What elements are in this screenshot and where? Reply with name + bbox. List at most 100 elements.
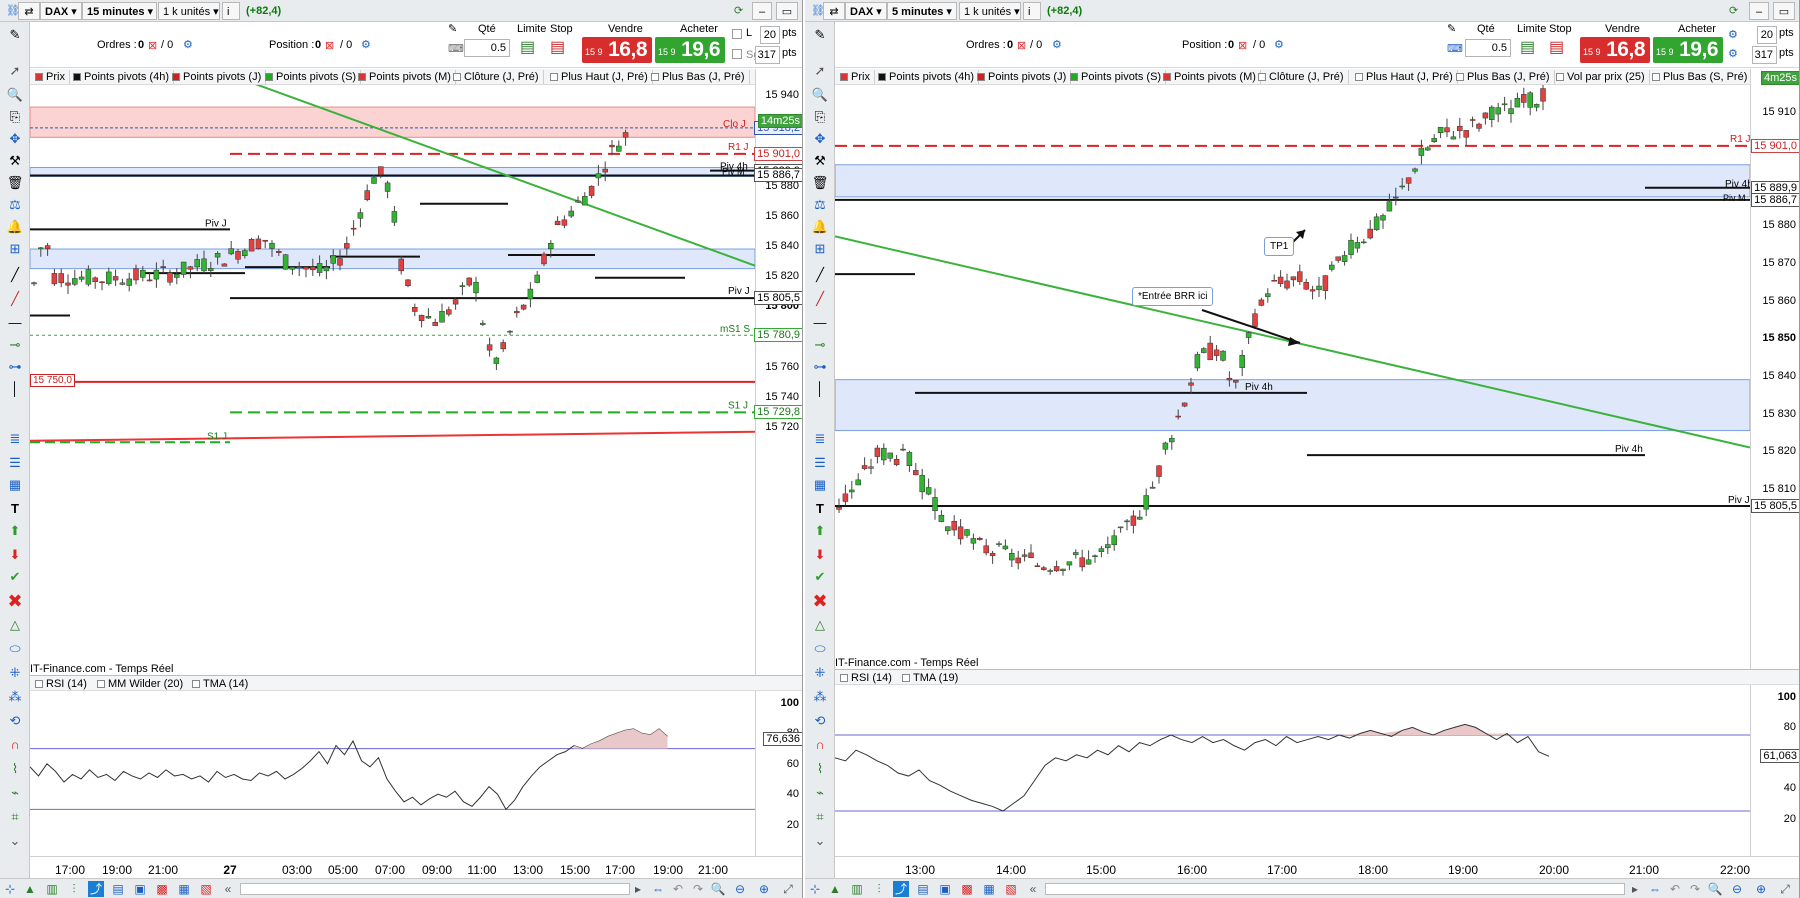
cursor-icon[interactable]: ➚ xyxy=(811,62,829,80)
move-icon[interactable]: ✥ xyxy=(811,130,829,148)
histogram-icon[interactable]: ⌗ xyxy=(6,808,24,826)
fit-icon[interactable]: ⇔ xyxy=(1647,881,1663,897)
vertical-line-icon[interactable]: │ xyxy=(811,380,829,398)
units-select[interactable]: 1 k unités ▾ xyxy=(158,2,220,20)
arrow-up-icon[interactable]: ⬆ xyxy=(811,522,829,540)
scroll-left-icon[interactable]: « xyxy=(1025,881,1041,897)
gann-icon[interactable]: ▦ xyxy=(6,476,24,494)
refresh-icon[interactable]: ⟳ xyxy=(1725,2,1742,20)
expand-icon[interactable]: ⤢ xyxy=(780,881,796,897)
legend-item[interactable]: Points pivots (M) xyxy=(355,70,456,84)
cursor-icon[interactable]: ➚ xyxy=(6,62,24,80)
legend-checkbox[interactable] xyxy=(35,680,43,688)
keyboard-icon[interactable]: ⌨ xyxy=(448,42,464,55)
arrow-down-icon[interactable]: ⬇ xyxy=(811,546,829,564)
pts-input-2[interactable]: 317 xyxy=(1752,46,1777,64)
arrow-up-icon[interactable]: ⬆ xyxy=(6,522,24,540)
close-icon[interactable]: ▭ xyxy=(1773,2,1795,20)
time-scrollbar[interactable] xyxy=(1045,883,1625,895)
horizontal-ray-icon[interactable]: ⊸ xyxy=(811,336,829,354)
pattern-icon[interactable]: ⁜ xyxy=(811,664,829,682)
rsi-legend-item[interactable]: RSI (14) xyxy=(32,677,91,691)
indicators-icon[interactable]: ▩ xyxy=(154,881,170,897)
red-line-icon[interactable]: ╱ xyxy=(811,290,829,308)
alert-bell-icon[interactable]: 🔔 xyxy=(6,218,24,236)
alert-bell-icon[interactable]: 🔔 xyxy=(811,218,829,236)
zoom-out-icon[interactable]: ⊖ xyxy=(1729,881,1745,897)
rsi-legend-item[interactable]: TMA (19) xyxy=(899,671,962,685)
magnet-red-icon[interactable]: ∩ xyxy=(6,736,24,754)
refresh-icon[interactable]: ⟳ xyxy=(730,2,747,20)
compare-icon[interactable]: ⫶ xyxy=(66,881,82,897)
undo-icon[interactable]: ↶ xyxy=(670,881,686,897)
triangle-icon[interactable]: △ xyxy=(811,616,829,634)
share-chart-icon[interactable]: ⤴ xyxy=(88,881,104,897)
redo-icon[interactable]: ↷ xyxy=(690,881,706,897)
close-position-icon[interactable]: ⊠ xyxy=(1238,39,1247,52)
legend-item[interactable]: Plus Bas (S, Pré) xyxy=(1649,70,1753,84)
indicator-icon[interactable]: ⌇ xyxy=(811,760,829,778)
histogram-icon[interactable]: ⌗ xyxy=(811,808,829,826)
share-chart-icon[interactable]: ⤴ xyxy=(893,881,909,897)
cross-icon[interactable]: ✖ xyxy=(6,592,24,610)
sell-button[interactable]: 15 9 16,8 xyxy=(582,37,652,63)
pencil-icon[interactable]: ✎ xyxy=(448,22,457,35)
oscillator-icon[interactable]: ⌁ xyxy=(6,784,24,802)
share-icon[interactable]: ⁂ xyxy=(6,688,24,706)
layout-icon[interactable]: ▣ xyxy=(132,881,148,897)
orders-settings-icon[interactable]: ⚙ xyxy=(183,38,193,51)
sg-checkbox[interactable] xyxy=(732,49,742,59)
horizontal-line-icon[interactable]: — xyxy=(811,314,829,332)
oscillator-icon[interactable]: ⌁ xyxy=(811,784,829,802)
right-price-plot[interactable]: R1 J Piv 4h Piv M Piv 4h Piv 4h Piv J TP1 *En… xyxy=(835,85,1750,669)
legend-item[interactable]: Plus Bas (J, Pré) xyxy=(1453,70,1555,84)
channel-icon[interactable]: ⊶ xyxy=(811,358,829,376)
rsi-legend-item[interactable]: RSI (14) xyxy=(837,671,896,685)
compare-icon[interactable]: ⫶ xyxy=(871,881,887,897)
expand-icon[interactable]: ⤢ xyxy=(1777,881,1793,897)
undo-icon[interactable]: ↶ xyxy=(1667,881,1683,897)
pencil-tool-icon[interactable]: ✎ xyxy=(811,26,829,44)
grid-icon[interactable]: ▦ xyxy=(176,881,192,897)
close-icon[interactable]: ▭ xyxy=(776,2,798,20)
ellipse-icon[interactable]: ⬭ xyxy=(6,640,24,658)
rsi-legend-item[interactable]: TMA (14) xyxy=(189,677,252,691)
text-tool-icon[interactable]: T xyxy=(811,500,829,518)
timeframe-select[interactable]: 5 minutes ▾ xyxy=(887,2,957,20)
info-icon[interactable]: i xyxy=(222,2,240,20)
lock-icon[interactable]: ⊞ xyxy=(6,240,24,258)
timeframe-select[interactable]: 15 minutes ▾ xyxy=(82,2,157,20)
check-icon[interactable]: ✔ xyxy=(6,568,24,586)
legend-item[interactable]: Plus Haut (J, Pré) xyxy=(547,70,653,84)
minimize-icon[interactable]: – xyxy=(1749,2,1769,20)
check-icon[interactable]: ✔ xyxy=(811,568,829,586)
settings-icon-1[interactable]: ⚙ xyxy=(1728,28,1738,41)
legend-item[interactable]: Points pivots (J) xyxy=(974,70,1072,84)
legend-item[interactable]: Points pivots (S) xyxy=(1067,70,1167,84)
magnet-icon[interactable]: ⚖ xyxy=(6,196,24,214)
legend-item[interactable]: Points pivots (4h) xyxy=(875,70,979,84)
chart-type-icon[interactable]: ▲ xyxy=(827,881,843,897)
settings-icon-2[interactable]: ⚙ xyxy=(1728,47,1738,60)
zoom-in-icon[interactable]: ⊕ xyxy=(756,881,772,897)
position-settings-icon[interactable]: ⚙ xyxy=(361,38,371,51)
legend-checkbox[interactable] xyxy=(97,680,105,688)
fib-fan-icon[interactable]: ☰ xyxy=(811,454,829,472)
brush-icon[interactable]: ⚒ xyxy=(6,152,24,170)
legend-checkbox[interactable] xyxy=(902,674,910,682)
right-rsi-plot[interactable] xyxy=(835,685,1750,856)
limit-order-icon[interactable]: ▤ xyxy=(520,37,535,57)
legend-item[interactable]: Prix xyxy=(32,70,70,84)
template-icon[interactable]: ▤ xyxy=(110,881,126,897)
units-select[interactable]: 1 k unités ▾ xyxy=(959,2,1021,20)
sell-button[interactable]: 15 9 16,8 xyxy=(1580,37,1650,63)
legend-item[interactable]: Prix xyxy=(837,70,875,84)
legend-item[interactable]: Plus Haut (J, Pré) xyxy=(1352,70,1458,84)
channel-icon[interactable]: ⊶ xyxy=(6,358,24,376)
magnet-red-icon[interactable]: ∩ xyxy=(811,736,829,754)
zoom-in-icon[interactable]: ⊕ xyxy=(1753,881,1769,897)
entry-annotation[interactable]: *Entrée BRR ici xyxy=(1132,287,1214,306)
red-line-icon[interactable]: ╱ xyxy=(6,290,24,308)
legend-item[interactable]: Plus Bas (J, Pré) xyxy=(648,70,750,84)
buy-button[interactable]: 15 9 19,6 xyxy=(655,37,725,63)
